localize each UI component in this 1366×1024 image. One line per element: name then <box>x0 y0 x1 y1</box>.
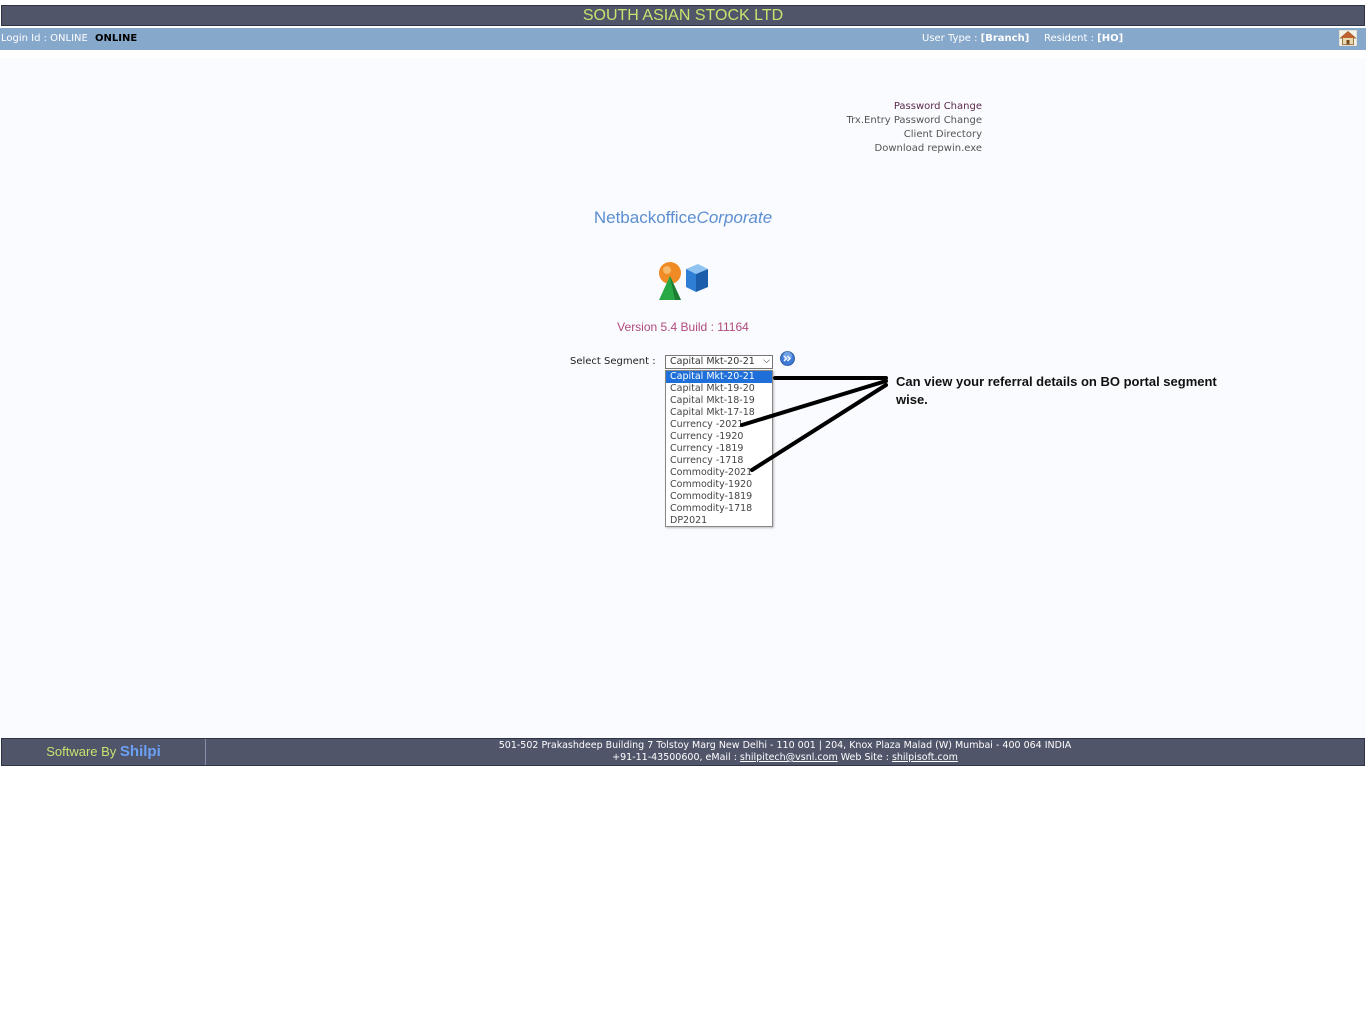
segment-select[interactable]: Capital Mkt-20-21 ⌵ <box>665 355 773 369</box>
user-type-label: User Type : <box>922 33 981 44</box>
login-label: Login Id : ONLINE <box>1 33 88 44</box>
link-download-repwin[interactable]: Download repwin.exe <box>846 142 983 156</box>
chevron-down-icon: ⌵ <box>763 356 770 366</box>
website-label: Web Site : <box>837 752 892 763</box>
segment-label: Select Segment : <box>570 356 656 367</box>
login-value: ONLINE <box>95 33 138 44</box>
segment-option[interactable]: Capital Mkt-20-21 <box>666 371 772 383</box>
resident-label: Resident : <box>1044 33 1098 44</box>
product-name: Netbackoffice <box>593 208 697 227</box>
segment-option[interactable]: Commodity-2021 <box>666 467 772 479</box>
footer-address: 501-502 Prakashdeep Building 7 Tolstoy M… <box>498 740 1072 751</box>
resident-value: [HO] <box>1097 33 1124 44</box>
email-link[interactable]: shilpitech@vsnl.com <box>740 752 838 763</box>
login-info: Login Id : ONLINE ONLINE <box>1 28 137 50</box>
version-text: Version 5.4 Build : 11164 <box>617 320 749 334</box>
segment-option[interactable]: Capital Mkt-19-20 <box>666 383 772 395</box>
footer-bar: Software By Shilpi 501-502 Prakashdeep B… <box>1 738 1365 766</box>
user-type-value: [Branch] <box>980 33 1030 44</box>
segment-option[interactable]: Commodity-1920 <box>666 479 772 491</box>
segment-option[interactable]: Capital Mkt-17-18 <box>666 407 772 419</box>
segment-option[interactable]: Commodity-1718 <box>666 503 772 515</box>
footer-contact: 501-502 Prakashdeep Building 7 Tolstoy M… <box>206 740 1364 764</box>
quick-links: Password Change Trx.Entry Password Chang… <box>846 100 982 156</box>
annotation-note: Can view your referral details on BO por… <box>896 374 1217 407</box>
website-link[interactable]: shilpisoft.com <box>892 752 958 763</box>
brand-name: Shilpi <box>119 743 161 760</box>
link-trx-password-change[interactable]: Trx.Entry Password Change <box>846 114 982 128</box>
top-title-bar: SOUTH ASIAN STOCK LTD <box>1 5 1365 26</box>
product-title: NetbackofficeCorporate <box>0 208 1366 228</box>
footer-contact-line: +91-11-43500600, eMail : shilpitech@vsnl… <box>206 752 1364 764</box>
segment-option[interactable]: Currency -1920 <box>666 431 772 443</box>
segment-option[interactable]: Currency -2021 <box>666 419 772 431</box>
user-info-bar: Login Id : ONLINE ONLINE User Type : [Br… <box>0 28 1366 50</box>
segment-selected-value: Capital Mkt-20-21 <box>670 356 755 367</box>
segment-option[interactable]: Commodity-1819 <box>666 491 772 503</box>
software-by-label: Software By <box>46 744 120 759</box>
company-title: SOUTH ASIAN STOCK LTD <box>582 7 784 24</box>
link-client-directory[interactable]: Client Directory <box>846 128 982 142</box>
user-type-info: User Type : [Branch] <box>922 28 1029 50</box>
software-by: Software By Shilpi <box>2 739 206 765</box>
phone-email-label: +91-11-43500600, eMail : <box>612 752 740 763</box>
segment-option[interactable]: DP2021 <box>666 515 772 527</box>
go-arrow-icon[interactable] <box>780 351 795 366</box>
product-edition: Corporate <box>696 208 773 227</box>
segment-option[interactable]: Currency -1819 <box>666 443 772 455</box>
segment-option[interactable]: Capital Mkt-18-19 <box>666 395 772 407</box>
segment-dropdown-list: Capital Mkt-20-21 Capital Mkt-19-20 Capi… <box>665 370 773 527</box>
segment-option[interactable]: Currency -1718 <box>666 455 772 467</box>
link-password-change[interactable]: Password Change <box>846 100 982 114</box>
product-logo-icon <box>659 262 708 300</box>
home-icon[interactable] <box>1339 30 1357 46</box>
resident-info: Resident : [HO] <box>1044 28 1123 50</box>
